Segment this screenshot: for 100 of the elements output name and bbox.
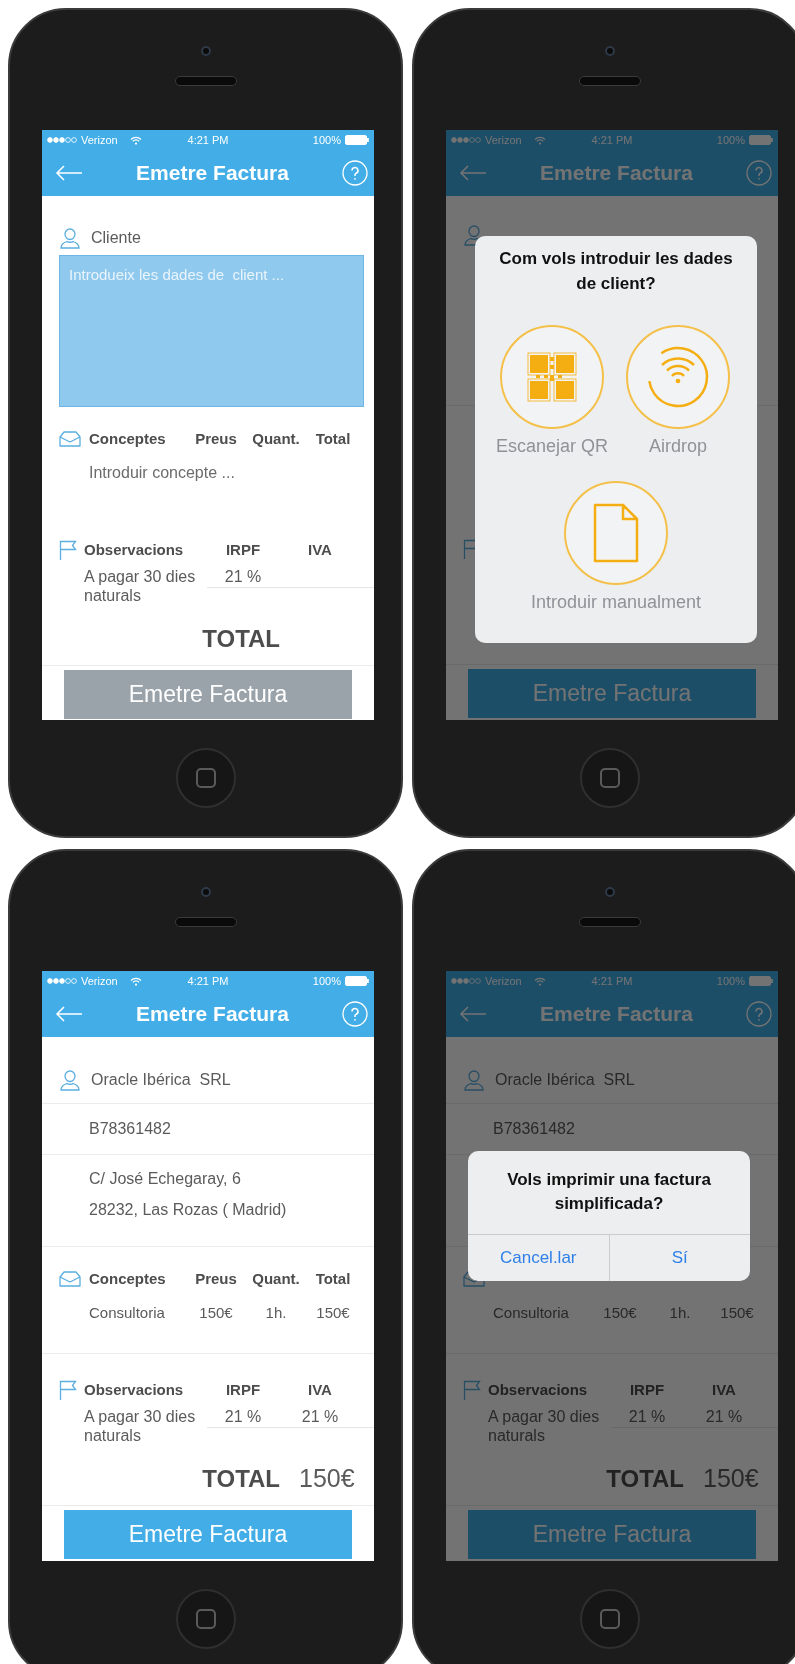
issue-invoice-button[interactable]: Emetre Factura bbox=[468, 1510, 756, 1559]
wifi-icon bbox=[533, 135, 546, 145]
tray-icon bbox=[59, 1271, 81, 1287]
person-icon bbox=[59, 227, 81, 249]
total-value: 150€ bbox=[703, 1463, 759, 1495]
front-camera bbox=[604, 46, 615, 56]
total-label: TOTAL bbox=[202, 1464, 280, 1494]
column-header: Conceptes bbox=[89, 428, 167, 449]
earpiece-speaker bbox=[578, 917, 641, 927]
table-cell-text: Consultoria bbox=[89, 1302, 166, 1323]
table-cell-text: Consultoria bbox=[493, 1302, 570, 1323]
back-arrow-icon[interactable] bbox=[55, 1006, 83, 1022]
table-cell-text: 150€ bbox=[315, 1302, 351, 1323]
column-header: Observacions bbox=[488, 1379, 589, 1400]
tax-id: B78361482 bbox=[493, 1119, 575, 1139]
option-button[interactable]: Airdrop bbox=[615, 325, 741, 457]
wifi-icon bbox=[129, 976, 142, 986]
option-button[interactable]: Introduir manualment bbox=[516, 481, 716, 613]
column-header: IRPF bbox=[628, 1379, 666, 1400]
signal-strength-icon bbox=[451, 137, 481, 143]
column-header: Total bbox=[314, 428, 352, 449]
tax-id: B78361482 bbox=[89, 1119, 171, 1139]
battery-icon bbox=[749, 976, 773, 986]
total-label: TOTAL bbox=[202, 624, 280, 654]
address-line: C/ José Echegaray, 6 bbox=[89, 1169, 242, 1189]
table-cell-text: 150€ bbox=[602, 1302, 638, 1323]
table-cell-text: 150€ bbox=[719, 1302, 755, 1323]
status-time: 4:21 PM bbox=[187, 132, 229, 148]
dialog-button[interactable]: Sí bbox=[608, 1235, 750, 1281]
help-icon[interactable] bbox=[342, 1001, 368, 1027]
column-header: IVA bbox=[307, 1379, 333, 1400]
observation-note: A pagar 30 dies naturals bbox=[488, 1407, 601, 1445]
table-cell-text: 150€ bbox=[198, 1302, 234, 1323]
battery-percent: 100% bbox=[716, 973, 745, 989]
column-header: IRPF bbox=[224, 1379, 262, 1400]
earpiece-speaker bbox=[174, 917, 237, 927]
client-input[interactable]: Introdueix les dades de client ... bbox=[59, 255, 364, 407]
signal-strength-icon bbox=[451, 978, 481, 984]
column-header: Conceptes bbox=[89, 1268, 167, 1289]
status-time: 4:21 PM bbox=[591, 132, 633, 148]
iva-value: 21 % bbox=[705, 1407, 743, 1427]
column-header: Total bbox=[314, 1268, 352, 1289]
help-icon[interactable] bbox=[342, 160, 368, 186]
wifi-icon bbox=[129, 135, 142, 145]
battery-icon bbox=[345, 976, 369, 986]
concept-placeholder[interactable]: Introduir concepte ... bbox=[89, 461, 235, 485]
option-button[interactable]: Escanejar QR bbox=[489, 325, 615, 457]
battery-percent: 100% bbox=[716, 132, 745, 148]
column-header: Quant. bbox=[251, 1268, 301, 1289]
issue-invoice-button[interactable]: Emetre Factura bbox=[468, 669, 756, 718]
back-arrow-icon[interactable] bbox=[459, 1006, 487, 1022]
signal-strength-icon bbox=[47, 978, 77, 984]
table-cell-text: 1h. bbox=[264, 1302, 288, 1323]
screen-title: Emetre Factura bbox=[539, 160, 694, 187]
tray-icon bbox=[59, 431, 81, 447]
earpiece-speaker bbox=[174, 76, 237, 86]
flag-icon bbox=[59, 540, 77, 560]
issue-invoice-button[interactable]: Emetre Factura bbox=[64, 1510, 352, 1559]
dialog-button[interactable]: Cancel.lar bbox=[468, 1235, 609, 1281]
carrier-name: Verizon bbox=[485, 132, 522, 148]
iva-value: 21 % bbox=[301, 1407, 339, 1427]
front-camera bbox=[200, 46, 211, 56]
carrier-name: Verizon bbox=[81, 973, 118, 989]
total-label: TOTAL bbox=[606, 1464, 684, 1494]
irpf-value: 21 % bbox=[628, 1407, 666, 1427]
address-line: 28232, Las Rozas ( Madrid) bbox=[89, 1200, 288, 1220]
screen-title: Emetre Factura bbox=[539, 1001, 694, 1028]
column-header: Observacions bbox=[84, 539, 185, 560]
back-arrow-icon[interactable] bbox=[459, 165, 487, 181]
person-icon bbox=[59, 1069, 81, 1091]
client-name: Oracle Ibérica SRL bbox=[91, 1070, 231, 1090]
battery-percent: 100% bbox=[312, 132, 341, 148]
irpf-value: 21 % bbox=[224, 567, 262, 587]
back-arrow-icon[interactable] bbox=[55, 165, 83, 181]
carrier-name: Verizon bbox=[81, 132, 118, 148]
dialog-title: Vols imprimir una factura simplificada? bbox=[506, 1169, 712, 1215]
client-label: Cliente bbox=[91, 228, 141, 248]
column-header: IVA bbox=[307, 539, 333, 560]
total-value: 150€ bbox=[299, 1463, 355, 1495]
screen-title: Emetre Factura bbox=[135, 1001, 290, 1028]
dialog-title: Com vols introduir les dades de client? bbox=[498, 248, 734, 295]
help-icon[interactable] bbox=[746, 1001, 772, 1027]
column-header: IRPF bbox=[224, 539, 262, 560]
flag-icon bbox=[463, 1380, 481, 1400]
column-header: Quant. bbox=[251, 428, 301, 449]
carrier-name: Verizon bbox=[485, 973, 522, 989]
front-camera bbox=[200, 887, 211, 897]
status-time: 4:21 PM bbox=[591, 973, 633, 989]
column-header: IVA bbox=[711, 1379, 737, 1400]
wifi-icon bbox=[533, 976, 546, 986]
irpf-value: 21 % bbox=[224, 1407, 262, 1427]
observation-note: A pagar 30 dies naturals bbox=[84, 567, 197, 605]
help-icon[interactable] bbox=[746, 160, 772, 186]
signal-strength-icon bbox=[47, 137, 77, 143]
column-header: Preus bbox=[194, 428, 238, 449]
client-name: Oracle Ibérica SRL bbox=[495, 1070, 635, 1090]
battery-icon bbox=[345, 135, 369, 145]
person-icon bbox=[463, 1069, 485, 1091]
battery-percent: 100% bbox=[312, 973, 341, 989]
front-camera bbox=[604, 887, 615, 897]
